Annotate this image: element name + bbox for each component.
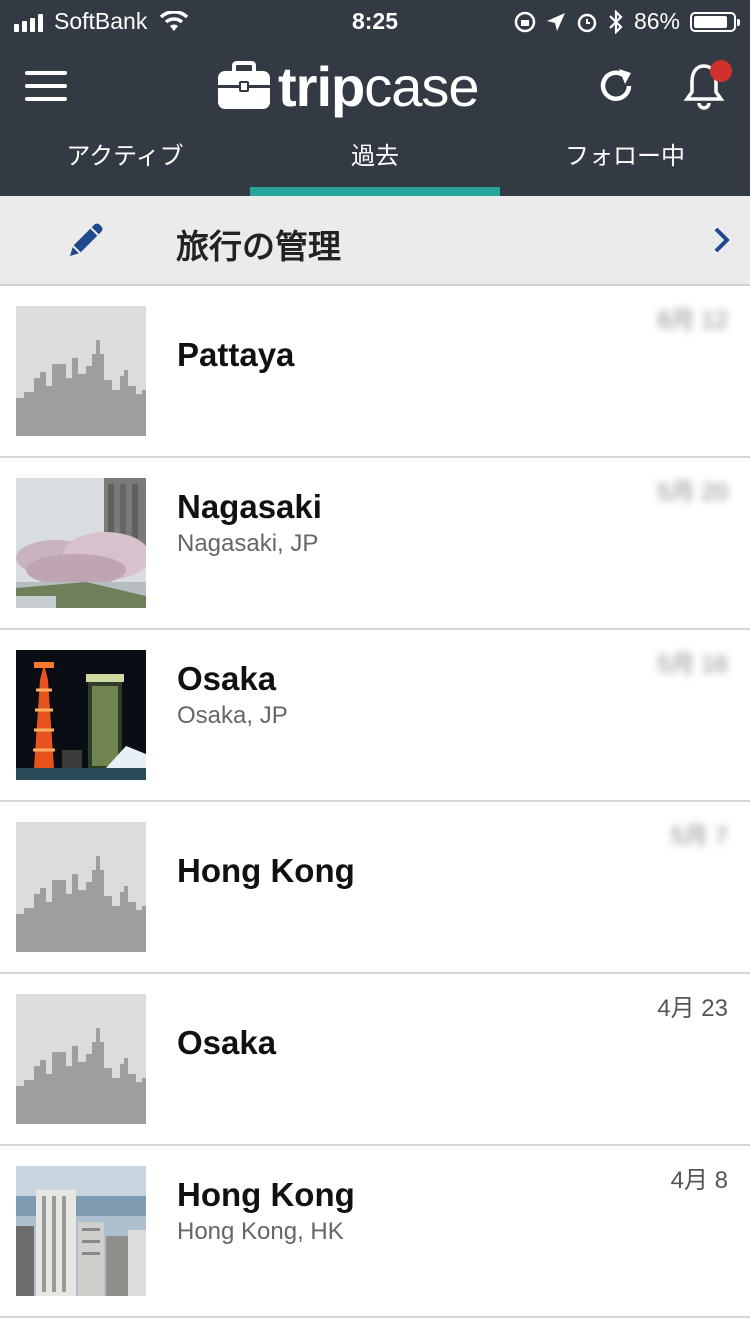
city-placeholder-thumbnail xyxy=(16,306,146,436)
menu-button[interactable] xyxy=(16,56,76,116)
city-placeholder-thumbnail xyxy=(16,822,146,952)
location-icon xyxy=(546,12,565,31)
manage-trips-label: 旅行の管理 xyxy=(176,228,341,265)
trip-row[interactable]: Hong Kong 5月 7 xyxy=(0,802,750,974)
trip-row[interactable]: Pattaya 8月 12 xyxy=(0,286,750,458)
chevron-right-icon xyxy=(714,227,730,253)
port-tower-thumbnail xyxy=(16,650,146,780)
app-header: SoftBank 8:25 86% tripcase アクティブ 過去 フォロー… xyxy=(0,0,750,196)
hamburger-menu-icon xyxy=(25,71,67,101)
pencil-icon xyxy=(70,223,103,256)
trip-date: 4月 8 xyxy=(670,1167,728,1194)
port-tower-night-photo xyxy=(16,650,146,780)
toolbar: tripcase xyxy=(0,42,750,132)
battery-percent: 86% xyxy=(633,8,680,34)
logo-case: case xyxy=(364,54,479,118)
tab-following[interactable]: フォロー中 xyxy=(500,132,750,196)
trip-title: Nagasaki xyxy=(177,488,322,525)
trip-title: Pattaya xyxy=(177,336,295,373)
trip-title: Osaka xyxy=(177,660,277,697)
trip-row[interactable]: Hong Kong Hong Kong, HK 4月 8 xyxy=(0,1146,750,1318)
trip-row[interactable]: Osaka Osaka, JP 5月 16 xyxy=(0,630,750,802)
notifications-button[interactable] xyxy=(674,56,734,116)
alarm-icon xyxy=(577,13,597,32)
cherry-blossoms-thumbnail xyxy=(16,478,146,608)
trip-date: 8月 12 xyxy=(657,307,728,334)
trip-date: 5月 16 xyxy=(657,651,728,678)
battery-icon xyxy=(690,11,740,32)
status-right: 86% xyxy=(514,8,740,35)
tab-active[interactable]: アクティブ xyxy=(0,132,250,196)
battery-fill xyxy=(694,15,727,28)
manage-trips-row[interactable]: 旅行の管理 xyxy=(0,196,750,286)
cherry-blossoms-photo xyxy=(16,478,146,608)
bluetooth-icon xyxy=(609,9,623,34)
city-harbor-photo xyxy=(16,1166,146,1296)
refresh-button[interactable] xyxy=(586,56,646,116)
trip-title: Osaka xyxy=(177,1024,277,1061)
rotation-lock-icon xyxy=(514,11,536,32)
trip-row[interactable]: Nagasaki Nagasaki, JP 5月 20 xyxy=(0,458,750,630)
logo-wordmark: tripcase xyxy=(278,54,480,119)
trip-date: 5月 7 xyxy=(670,823,728,850)
trip-row[interactable]: Osaka 4月 23 xyxy=(0,974,750,1146)
briefcase-icon xyxy=(218,61,270,109)
trip-location: Nagasaki, JP xyxy=(177,530,319,557)
notification-badge xyxy=(710,60,732,82)
trip-list: Pattaya 8月 12 Nagasaki Nagasaki, JP 5月 2… xyxy=(0,286,750,1318)
trip-tabs: アクティブ 過去 フォロー中 xyxy=(0,132,750,196)
trip-date: 4月 23 xyxy=(657,995,728,1022)
logo-trip: trip xyxy=(278,54,365,118)
trip-location: Osaka, JP xyxy=(177,702,288,729)
city-placeholder-thumbnail xyxy=(16,994,146,1124)
refresh-icon xyxy=(600,69,632,101)
city-harbor-thumbnail xyxy=(16,1166,146,1296)
skyline-placeholder-icon xyxy=(16,306,146,436)
trip-title: Hong Kong xyxy=(177,1176,355,1213)
tripcase-logo: tripcase xyxy=(216,54,480,119)
trip-location: Hong Kong, HK xyxy=(177,1218,344,1245)
trip-date: 5月 20 xyxy=(657,479,728,506)
status-bar: SoftBank 8:25 86% xyxy=(0,0,750,42)
skyline-placeholder-icon xyxy=(16,822,146,952)
tab-past[interactable]: 過去 xyxy=(250,132,500,196)
skyline-placeholder-icon xyxy=(16,994,146,1124)
trip-title: Hong Kong xyxy=(177,852,355,889)
